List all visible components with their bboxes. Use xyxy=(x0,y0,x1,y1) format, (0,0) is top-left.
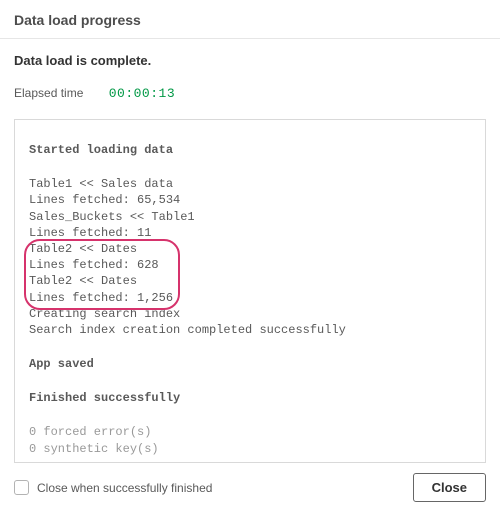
log-synthetic-keys: 0 synthetic key(s) xyxy=(29,441,471,457)
status-message: Data load is complete. xyxy=(0,39,500,68)
elapsed-time-label: Elapsed time xyxy=(14,86,83,100)
log-started-heading: Started loading data xyxy=(29,142,471,158)
elapsed-time-value: 00:00:13 xyxy=(109,86,175,101)
log-line: Creating search index xyxy=(29,306,471,322)
log-saved-heading: App saved xyxy=(29,356,471,372)
log-line: Search index creation completed successf… xyxy=(29,322,471,338)
close-when-finished-checkbox[interactable] xyxy=(14,480,29,495)
log-line: Lines fetched: 11 xyxy=(29,225,471,241)
elapsed-time-row: Elapsed time 00:00:13 xyxy=(0,68,500,115)
dialog-footer: Close when successfully finished Close xyxy=(0,463,500,514)
log-line: Table1 << Sales data xyxy=(29,176,471,192)
log-line: Lines fetched: 628 xyxy=(29,257,471,273)
log-line: Table2 << Dates xyxy=(29,241,471,257)
log-finished-heading: Finished successfully xyxy=(29,390,471,406)
log-output: Started loading data Table1 << Sales dat… xyxy=(14,119,486,463)
log-forced-errors: 0 forced error(s) xyxy=(29,424,471,440)
log-line: Lines fetched: 1,256 xyxy=(29,290,471,306)
log-line: Lines fetched: 65,534 xyxy=(29,192,471,208)
data-load-progress-dialog: Data load progress Data load is complete… xyxy=(0,0,500,514)
dialog-header: Data load progress xyxy=(0,0,500,39)
log-lines-container: Table1 << Sales dataLines fetched: 65,53… xyxy=(29,176,471,338)
dialog-title: Data load progress xyxy=(14,12,486,28)
close-when-finished-label: Close when successfully finished xyxy=(37,481,413,495)
log-line: Table2 << Dates xyxy=(29,273,471,289)
close-button[interactable]: Close xyxy=(413,473,486,502)
log-line: Sales_Buckets << Table1 xyxy=(29,209,471,225)
